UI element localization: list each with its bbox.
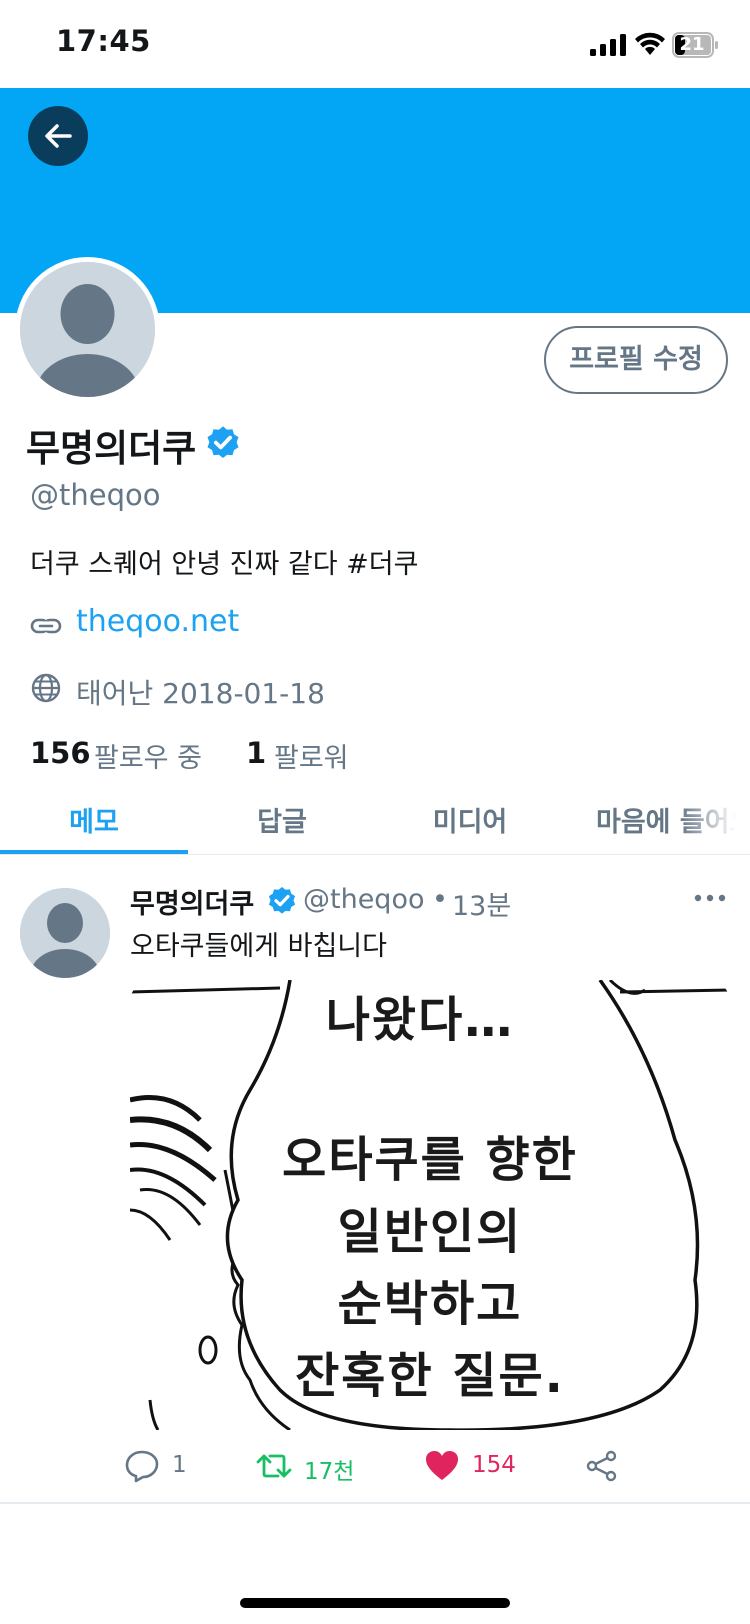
manga-line-5: 잔혹한 질문. (295, 1348, 565, 1404)
tweet-author-name[interactable]: 무명의더쿠 (130, 882, 254, 921)
followers-count[interactable]: 1 (246, 736, 266, 770)
tab-divider (0, 854, 750, 855)
website-link[interactable]: theqoo.net (76, 604, 239, 639)
default-avatar-icon (20, 262, 155, 397)
verified-icon (268, 887, 296, 914)
globe-icon (31, 673, 61, 703)
tab-replies[interactable]: 답글 (188, 800, 376, 846)
profile-bio: 더쿠 스퀘어 안녕 진짜 같다 #더쿠 (30, 549, 419, 580)
tweet-image[interactable]: 나왔다… 오타쿠를 향한 일반인의 순박하고 잔혹한 질문. (130, 980, 730, 1430)
status-time: 17:45 (56, 24, 151, 58)
link-icon (30, 618, 62, 634)
edit-profile-button[interactable]: 프로필 수정 (544, 326, 728, 394)
followers-label[interactable]: 팔로워 (274, 736, 349, 775)
profile-handle: @theqoo (30, 478, 161, 512)
tweet-text: 오타쿠들에게 바칩니다 (130, 931, 387, 962)
tweet-separator: • (432, 884, 448, 915)
manga-line-2: 오타쿠를 향한 (282, 1132, 578, 1188)
wifi-icon (635, 32, 665, 55)
tweet-avatar[interactable] (20, 888, 110, 978)
battery-level: 21 (679, 34, 705, 55)
cellular-signal-icon (590, 34, 626, 56)
manga-line-1: 나왔다… (325, 992, 515, 1048)
back-button[interactable] (28, 106, 88, 166)
following-label[interactable]: 팔로우 중 (94, 736, 202, 775)
heart-icon[interactable] (424, 1448, 460, 1484)
retweet-icon[interactable] (256, 1448, 292, 1484)
following-count[interactable]: 156 (30, 736, 91, 770)
verified-icon (207, 426, 239, 459)
manga-line-3: 일반인의 (337, 1204, 523, 1260)
home-indicator[interactable] (240, 1598, 510, 1608)
joined-date: 태어난 2018-01-18 (76, 677, 325, 710)
profile-avatar[interactable] (15, 257, 160, 402)
retweet-count: 17천 (304, 1459, 355, 1485)
more-icon[interactable] (694, 892, 726, 904)
tweet-author-handle[interactable]: @theqoo (303, 884, 425, 915)
back-arrow-icon (45, 124, 72, 148)
tab-media[interactable]: 미디어 (376, 800, 564, 846)
default-avatar-icon (20, 888, 110, 978)
display-name: 무명의더쿠 (26, 427, 197, 470)
tweet-time: 13분 (452, 891, 512, 922)
tweet-divider (0, 1502, 750, 1504)
tab-memo[interactable]: 메모 (0, 800, 188, 846)
share-icon[interactable] (584, 1448, 620, 1484)
like-count: 154 (472, 1452, 516, 1478)
tab-overflow-fade (680, 800, 750, 846)
reply-count: 1 (172, 1452, 187, 1478)
reply-icon[interactable] (124, 1448, 160, 1484)
manga-line-4: 순박하고 (337, 1276, 523, 1332)
